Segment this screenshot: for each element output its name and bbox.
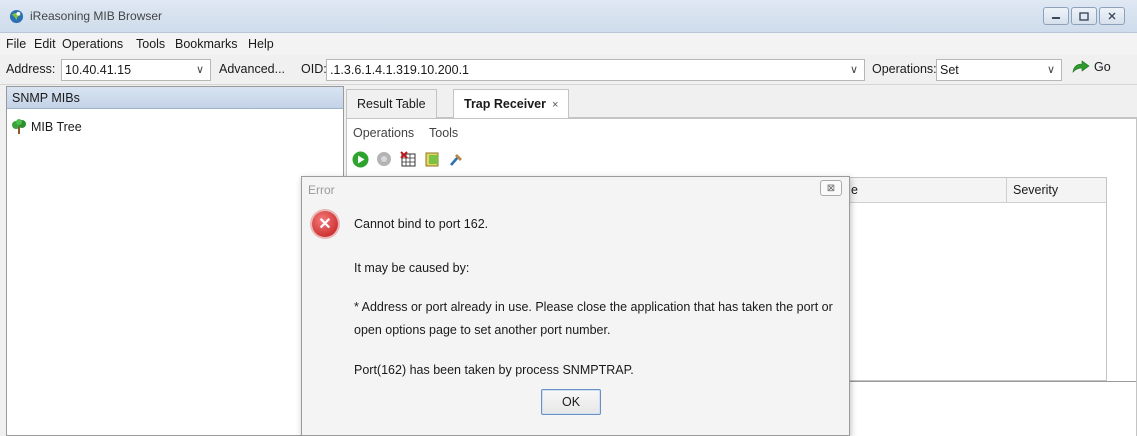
snmp-mibs-header: SNMP MIBs: [7, 87, 343, 109]
error-icon: ✕: [312, 211, 338, 237]
tab-result-table[interactable]: Result Table: [346, 89, 437, 118]
app-logo-icon: [9, 9, 24, 24]
chevron-down-icon[interactable]: ∨: [196, 63, 204, 76]
dialog-title: Error: [308, 183, 335, 197]
tab-trap-receiver[interactable]: Trap Receiver ×: [453, 89, 570, 118]
advanced-button[interactable]: Advanced...: [219, 59, 285, 81]
chevron-down-icon[interactable]: ∨: [850, 63, 858, 76]
menu-bar: File Edit Operations Tools Bookmarks Hel…: [0, 33, 1137, 55]
stop-icon[interactable]: [375, 150, 393, 168]
tab-close-icon[interactable]: ×: [552, 99, 558, 111]
tab-label: Result Table: [357, 97, 426, 111]
close-icon: [1108, 12, 1116, 20]
go-label: Go: [1094, 60, 1111, 74]
operations-select[interactable]: Set ∨: [936, 59, 1062, 81]
ok-label: OK: [561, 395, 581, 409]
tree-node-label: MIB Tree: [31, 120, 82, 134]
ok-button[interactable]: OK: [541, 389, 601, 415]
dialog-close-button[interactable]: ⊠: [820, 180, 842, 196]
error-message-line: open options page to set another port nu…: [354, 323, 611, 337]
menu-help[interactable]: Help: [248, 37, 274, 51]
window-title: iReasoning MIB Browser: [30, 9, 163, 23]
chevron-down-icon[interactable]: ∨: [1047, 63, 1055, 76]
address-toolbar: Address: 10.40.41.15 ∨ Advanced... OID: …: [0, 55, 1137, 85]
tab-label: Trap Receiver: [464, 97, 546, 111]
menu-bookmarks[interactable]: Bookmarks: [175, 37, 238, 51]
error-message-line: * Address or port already in use. Please…: [354, 300, 833, 314]
trap-menu-tools[interactable]: Tools: [429, 126, 458, 140]
column-header-severity[interactable]: Severity: [1013, 183, 1058, 197]
menu-operations[interactable]: Operations: [62, 37, 123, 51]
snmp-mibs-panel: SNMP MIBs MIB Tree: [6, 86, 344, 436]
error-message-line: Port(162) has been taken by process SNMP…: [354, 363, 634, 377]
oid-combobox[interactable]: .1.3.6.1.4.1.319.10.200.1 ∨: [326, 59, 865, 81]
operations-label: Operations:: [872, 62, 937, 76]
minimize-button[interactable]: [1043, 7, 1069, 25]
delete-all-icon[interactable]: [399, 150, 417, 168]
operations-value: Set: [940, 63, 959, 77]
close-icon: ⊠: [826, 182, 836, 194]
start-icon[interactable]: [351, 150, 369, 168]
menu-edit[interactable]: Edit: [34, 37, 56, 51]
snmp-mibs-title: SNMP MIBs: [12, 91, 80, 105]
go-arrow-icon: [1072, 60, 1090, 73]
maximize-button[interactable]: [1071, 7, 1097, 25]
go-button[interactable]: Go: [1072, 60, 1111, 74]
error-message-line: Cannot bind to port 162.: [354, 217, 489, 231]
tree-node-mib-tree[interactable]: MIB Tree: [11, 119, 82, 135]
address-label: Address:: [6, 62, 56, 76]
maximize-icon: [1079, 11, 1089, 21]
error-message-line: It may be caused by:: [354, 261, 470, 275]
oid-label: OID:: [301, 62, 327, 76]
error-dialog: Error ⊠ ✕ Cannot bind to port 162. It ma…: [301, 176, 850, 436]
menu-tools[interactable]: Tools: [136, 37, 165, 51]
menu-file[interactable]: File: [6, 37, 26, 51]
column-divider: [1006, 178, 1007, 203]
tree-icon: [12, 119, 26, 134]
oid-value: .1.3.6.1.4.1.319.10.200.1: [330, 63, 470, 77]
title-bar: iReasoning MIB Browser: [0, 0, 1137, 33]
column-header-partial[interactable]: e: [851, 183, 858, 197]
trap-toolbar: [351, 150, 465, 168]
settings-icon[interactable]: [447, 150, 465, 168]
close-button[interactable]: [1099, 7, 1125, 25]
tab-strip: Result Table Trap Receiver ×: [346, 86, 1137, 118]
minimize-icon: [1052, 17, 1060, 19]
address-combobox[interactable]: 10.40.41.15 ∨: [61, 59, 211, 81]
address-value: 10.40.41.15: [65, 63, 132, 77]
trap-menu-operations[interactable]: Operations: [353, 126, 414, 140]
save-icon[interactable]: [423, 150, 441, 168]
